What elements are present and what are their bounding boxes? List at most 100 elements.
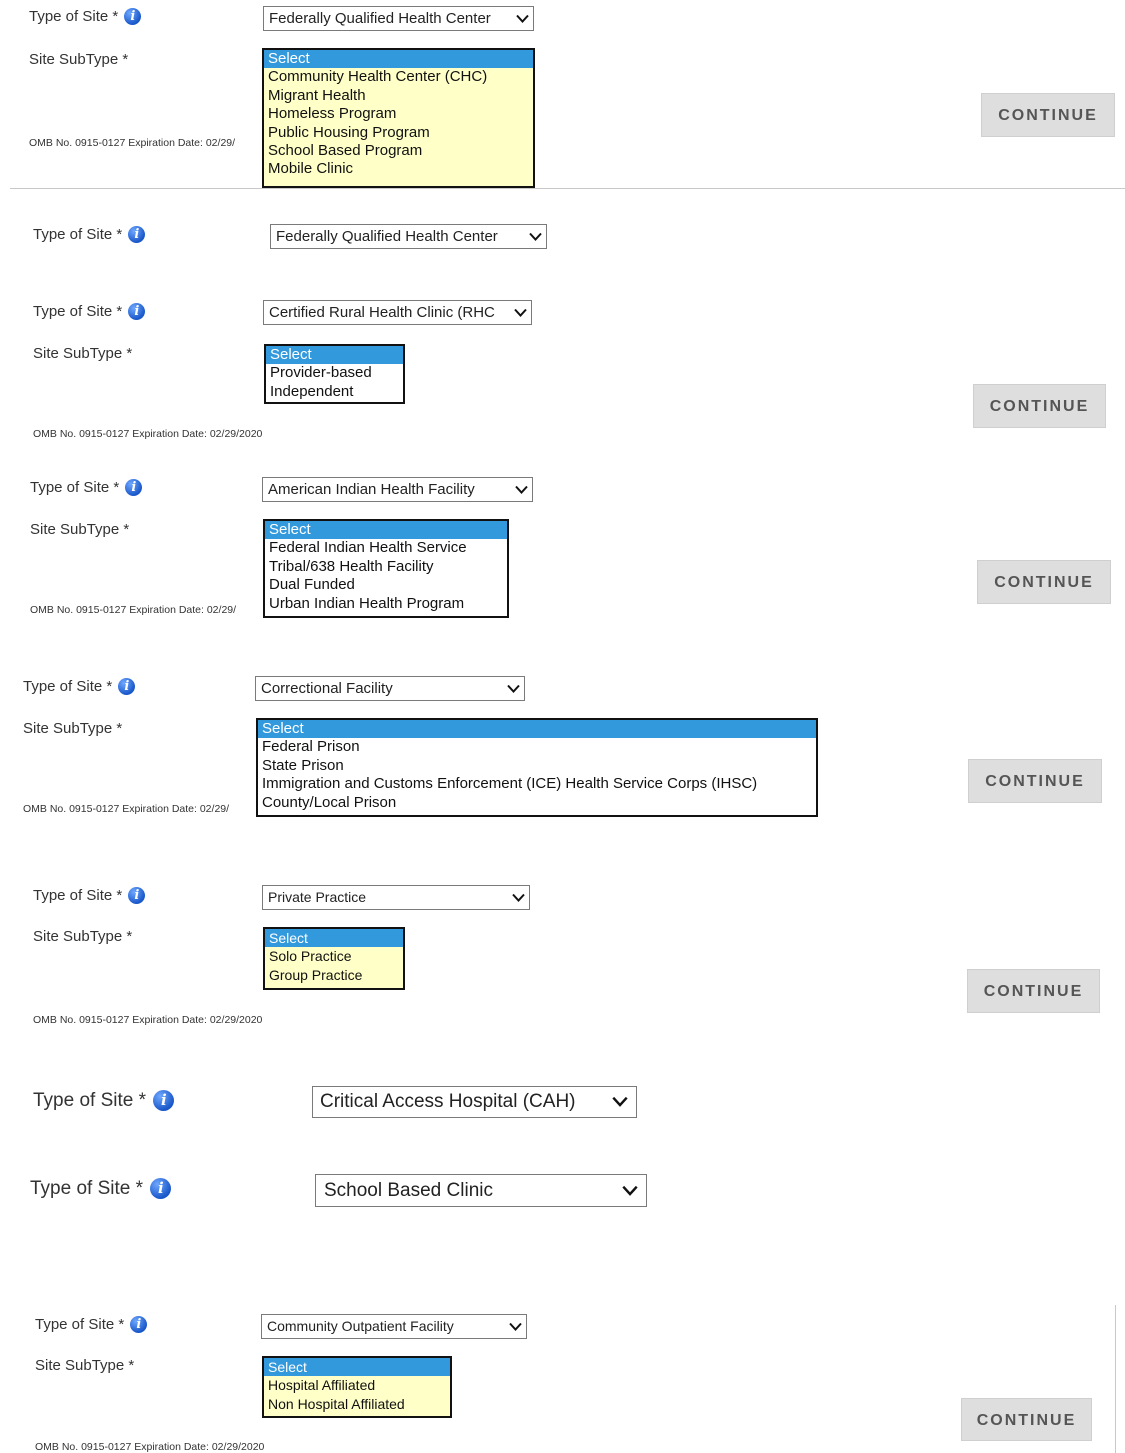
section-divider	[1115, 1305, 1116, 1453]
listbox-option[interactable]: Non Hospital Affiliated	[264, 1395, 450, 1413]
type-of-site-select[interactable]: School Based Clinic	[315, 1174, 647, 1207]
type-of-site-label: Type of Site * i	[33, 226, 146, 243]
omb-notice: OMB No. 0915-0127 Expiration Date: 02/29…	[33, 1014, 263, 1026]
type-of-site-label: Type of Site * i	[33, 303, 146, 320]
type-of-site-text: Type of Site *	[23, 678, 113, 695]
site-subtype-listbox[interactable]: Select Community Health Center (CHC) Mig…	[262, 48, 535, 188]
type-of-site-select[interactable]: American Indian Health Facility	[262, 477, 533, 502]
listbox-option[interactable]: Federal Indian Health Service	[265, 539, 507, 557]
info-icon[interactable]: i	[150, 1178, 172, 1199]
type-of-site-text: Type of Site *	[33, 887, 123, 904]
type-of-site-value: School Based Clinic	[324, 1180, 493, 1201]
section-divider	[10, 188, 1125, 189]
listbox-option[interactable]: Public Housing Program	[264, 124, 533, 142]
chevron-down-icon	[622, 1185, 638, 1196]
listbox-option[interactable]: Solo Practice	[265, 947, 403, 965]
chevron-down-icon	[514, 308, 527, 317]
continue-button[interactable]: CONTINUE	[973, 384, 1106, 428]
continue-button[interactable]: CONTINUE	[968, 759, 1102, 803]
listbox-option[interactable]: Select	[265, 929, 403, 948]
type-of-site-value: Private Practice	[268, 889, 367, 905]
site-subtype-listbox[interactable]: Select Hospital Affiliated Non Hospital …	[262, 1356, 452, 1418]
listbox-option[interactable]: Provider-based	[266, 364, 403, 382]
listbox-option[interactable]: School Based Program	[264, 142, 533, 160]
info-icon[interactable]: i	[130, 1316, 148, 1333]
listbox-option[interactable]: Hospital Affiliated	[264, 1376, 450, 1394]
site-subtype-listbox[interactable]: Select Federal Indian Health Service Tri…	[263, 519, 509, 618]
type-of-site-select[interactable]: Community Outpatient Facility	[261, 1314, 527, 1339]
chevron-down-icon	[529, 232, 542, 241]
continue-button[interactable]: CONTINUE	[961, 1398, 1092, 1441]
type-of-site-label: Type of Site * i	[35, 1316, 148, 1333]
info-icon[interactable]: i	[128, 226, 146, 243]
type-of-site-select[interactable]: Federally Qualified Health Center	[263, 6, 534, 31]
type-of-site-label: Type of Site * i	[33, 887, 146, 904]
omb-notice: OMB No. 0915-0127 Expiration Date: 02/29…	[30, 604, 237, 616]
type-of-site-text: Type of Site *	[33, 226, 123, 243]
listbox-option[interactable]: County/Local Prison	[258, 794, 816, 812]
type-of-site-text: Type of Site *	[35, 1316, 125, 1333]
listbox-option[interactable]: Independent	[266, 383, 403, 401]
listbox-option[interactable]: Mobile Clinic	[264, 160, 533, 178]
continue-button[interactable]: CONTINUE	[977, 560, 1111, 604]
site-subtype-listbox[interactable]: Select Federal Prison State Prison Immig…	[256, 718, 818, 817]
continue-button[interactable]: CONTINUE	[967, 969, 1100, 1013]
listbox-option[interactable]: Group Practice	[265, 966, 403, 984]
site-subtype-label: Site SubType *	[23, 720, 123, 737]
listbox-option[interactable]: State Prison	[258, 757, 816, 775]
type-of-site-text: Type of Site *	[30, 479, 120, 496]
site-subtype-listbox[interactable]: Select Provider-based Independent	[264, 344, 405, 404]
chevron-down-icon	[509, 1322, 522, 1331]
type-of-site-select[interactable]: Certified Rural Health Clinic (RHC	[263, 300, 532, 325]
listbox-option[interactable]: Urban Indian Health Program	[265, 595, 507, 613]
chevron-down-icon	[612, 1096, 628, 1107]
listbox-option[interactable]: Select	[265, 521, 507, 540]
listbox-option[interactable]: Select	[264, 50, 533, 69]
type-of-site-select[interactable]: Critical Access Hospital (CAH)	[312, 1086, 637, 1118]
site-subtype-label: Site SubType *	[33, 345, 133, 362]
chevron-down-icon	[515, 485, 528, 494]
site-subtype-label: Site SubType *	[30, 521, 130, 538]
chevron-down-icon	[507, 684, 520, 693]
listbox-option[interactable]: Select	[264, 1358, 450, 1377]
info-icon[interactable]: i	[124, 8, 142, 25]
site-subtype-label: Site SubType *	[33, 928, 133, 945]
info-icon[interactable]: i	[153, 1090, 175, 1111]
type-of-site-value: Federally Qualified Health Center	[276, 228, 498, 245]
site-subtype-label: Site SubType *	[29, 51, 129, 68]
type-of-site-label: Type of Site * i	[29, 8, 142, 25]
type-of-site-label: Type of Site * i	[30, 1178, 172, 1200]
listbox-option[interactable]: Select	[258, 720, 816, 739]
info-icon[interactable]: i	[128, 887, 146, 904]
listbox-option[interactable]: Tribal/638 Health Facility	[265, 558, 507, 576]
site-subtype-listbox[interactable]: Select Solo Practice Group Practice	[263, 927, 405, 990]
listbox-option[interactable]: Dual Funded	[265, 576, 507, 594]
listbox-option[interactable]: Homeless Program	[264, 105, 533, 123]
type-of-site-select[interactable]: Private Practice	[262, 885, 530, 910]
listbox-option[interactable]: Federal Prison	[258, 738, 816, 756]
type-of-site-select[interactable]: Correctional Facility	[255, 676, 525, 701]
type-of-site-text: Type of Site *	[30, 1178, 144, 1199]
site-subtype-label: Site SubType *	[35, 1357, 135, 1374]
continue-button[interactable]: CONTINUE	[981, 93, 1115, 137]
info-icon[interactable]: i	[118, 678, 136, 695]
omb-notice: OMB No. 0915-0127 Expiration Date: 02/29…	[35, 1441, 265, 1453]
type-of-site-value: Correctional Facility	[261, 680, 393, 697]
type-of-site-select[interactable]: Federally Qualified Health Center	[270, 224, 547, 249]
info-icon[interactable]: i	[125, 479, 143, 496]
omb-notice: OMB No. 0915-0127 Expiration Date: 02/29…	[33, 428, 263, 440]
type-of-site-value: American Indian Health Facility	[268, 481, 475, 498]
type-of-site-label: Type of Site * i	[23, 678, 136, 695]
type-of-site-value: Community Outpatient Facility	[267, 1318, 454, 1334]
listbox-option[interactable]: Community Health Center (CHC)	[264, 68, 533, 86]
type-of-site-text: Type of Site *	[33, 1090, 147, 1111]
listbox-option[interactable]: Immigration and Customs Enforcement (ICE…	[258, 775, 816, 793]
info-icon[interactable]: i	[128, 303, 146, 320]
type-of-site-value: Federally Qualified Health Center	[269, 10, 491, 27]
type-of-site-text: Type of Site *	[29, 8, 119, 25]
listbox-option[interactable]: Migrant Health	[264, 87, 533, 105]
listbox-option[interactable]: Select	[266, 346, 403, 365]
omb-notice: OMB No. 0915-0127 Expiration Date: 02/29…	[29, 137, 236, 149]
type-of-site-text: Type of Site *	[33, 303, 123, 320]
omb-notice: OMB No. 0915-0127 Expiration Date: 02/29…	[23, 803, 230, 815]
